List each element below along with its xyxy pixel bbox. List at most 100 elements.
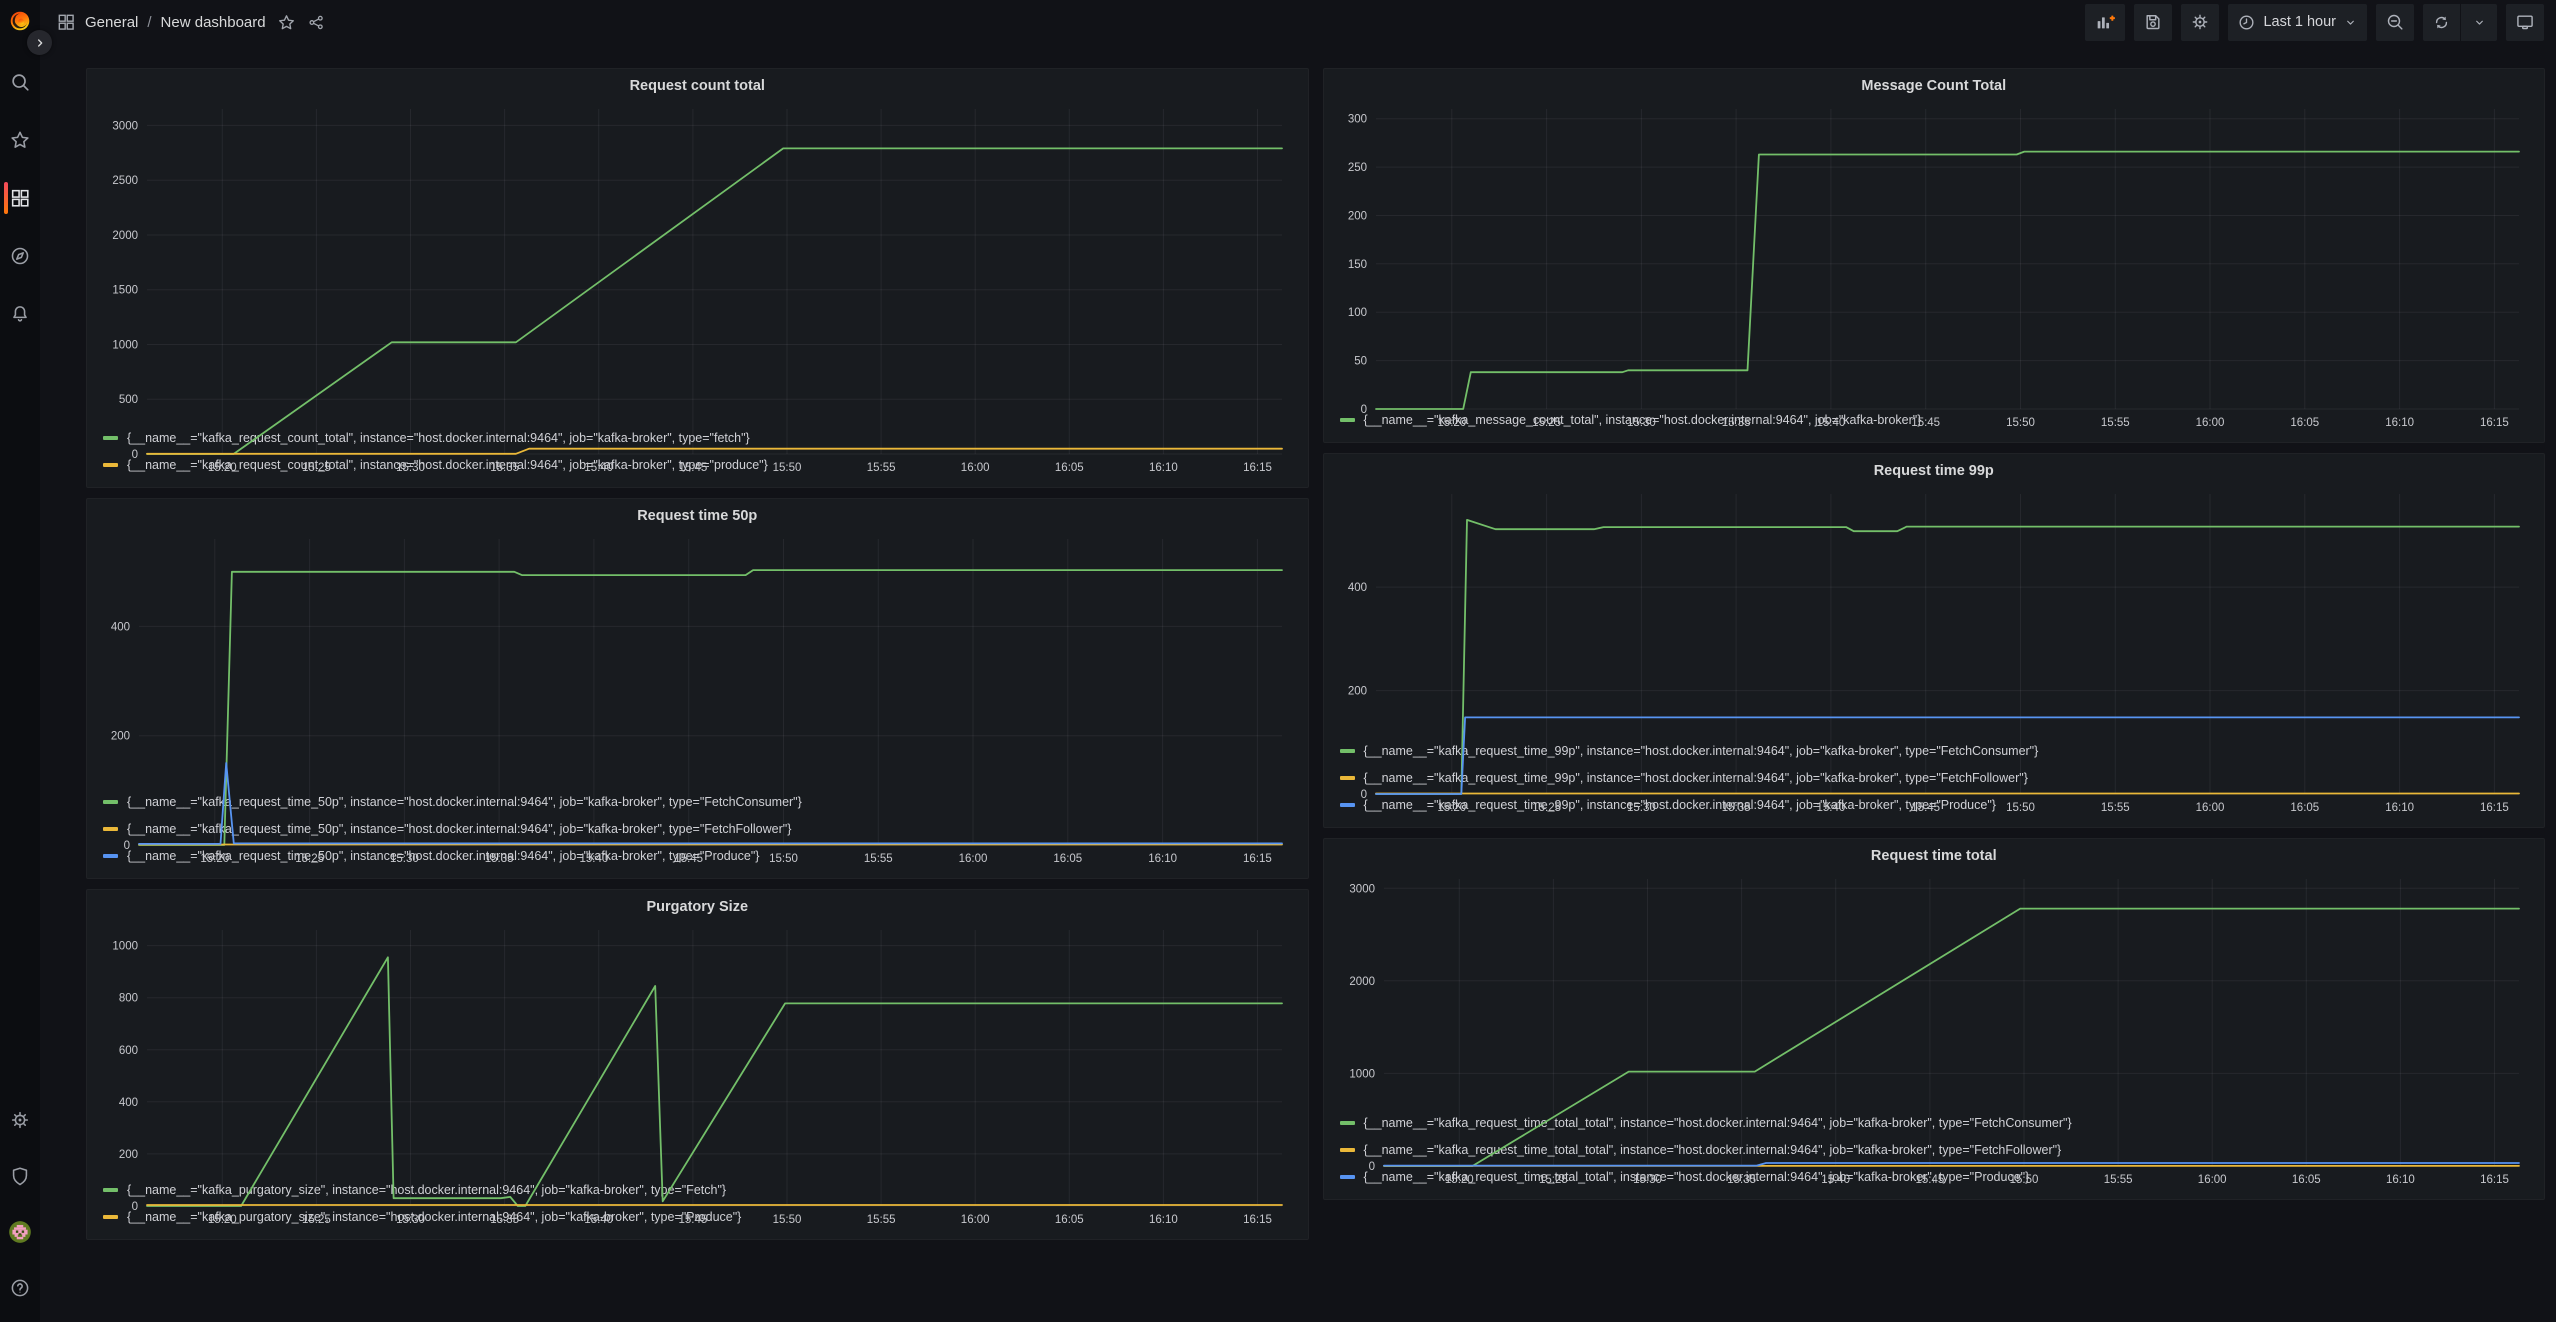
star-dashboard-button[interactable] [277,13,296,32]
star-icon [9,129,31,151]
sidebar-item-dashboards[interactable] [0,169,40,227]
svg-text:200: 200 [1347,686,1366,698]
breadcrumb-separator: / [147,14,151,31]
svg-text:200: 200 [1347,211,1366,223]
svg-text:15:50: 15:50 [2009,1174,2038,1186]
svg-text:1000: 1000 [1349,1068,1375,1080]
panel-request-time-total: Request time total 010002000300015:2015:… [1323,838,2546,1200]
breadcrumb-folder[interactable]: General [85,14,138,31]
time-series-chart[interactable]: 05010015020025030015:2015:2515:3015:3515… [1336,99,2533,404]
svg-text:15:35: 15:35 [1727,1174,1756,1186]
svg-text:200: 200 [111,731,130,743]
sidebar-item-starred[interactable] [0,111,40,169]
svg-text:16:05: 16:05 [2290,417,2319,429]
svg-text:16:05: 16:05 [1053,853,1082,865]
svg-text:2500: 2500 [112,175,138,187]
right-column: Message Count Total 05010015020025030015… [1323,68,2546,1240]
save-dashboard-button[interactable] [2134,4,2172,41]
panel-title: Message Count Total [1861,78,2006,94]
panel-header[interactable]: Request count total [95,73,1300,99]
svg-text:15:20: 15:20 [1444,1174,1473,1186]
svg-text:15:25: 15:25 [1532,417,1561,429]
grafana-logo[interactable] [8,9,32,33]
svg-text:0: 0 [1368,1161,1374,1173]
time-series-chart[interactable]: 0200400600800100015:2015:2515:3015:3515:… [99,920,1296,1174]
svg-text:15:40: 15:40 [580,853,609,865]
svg-text:15:55: 15:55 [867,1214,896,1226]
svg-text:15:20: 15:20 [1437,802,1466,814]
refresh-button[interactable] [2423,4,2460,41]
sidebar-item-alerting[interactable] [0,285,40,343]
breadcrumb-dashboard-name[interactable]: New dashboard [161,14,266,31]
search-icon [9,71,31,93]
sidebar-item-configuration[interactable] [0,1092,40,1148]
time-range-picker[interactable]: Last 1 hour [2228,4,2367,41]
sidebar-item-help[interactable] [0,1260,40,1316]
sidebar-bottom-group [0,1092,40,1316]
panel-purgatory-size: Purgatory Size 0200400600800100015:2015:… [86,889,1309,1240]
svg-text:50: 50 [1354,356,1367,368]
svg-text:0: 0 [1360,789,1366,801]
share-dashboard-button[interactable] [307,13,326,32]
svg-text:15:45: 15:45 [679,462,708,474]
dashboard-settings-button[interactable] [2181,4,2219,41]
time-series-chart[interactable]: 020040015:2015:2515:3015:3515:4015:4515:… [99,529,1296,786]
dashboard-navbar: General / New dashboard Last 1 hour [40,0,2556,44]
svg-text:500: 500 [119,394,138,406]
svg-text:15:30: 15:30 [1633,1174,1662,1186]
panel-request-time-50p: Request time 50p 020040015:2015:2515:301… [86,498,1309,879]
svg-text:2000: 2000 [112,230,138,242]
time-series-chart[interactable]: 020040015:2015:2515:3015:3515:4015:4515:… [1336,484,2533,735]
svg-text:16:00: 16:00 [2195,802,2224,814]
svg-text:15:20: 15:20 [208,1214,237,1226]
svg-text:15:35: 15:35 [485,853,514,865]
panel-header[interactable]: Purgatory Size [95,894,1300,920]
user-avatar [7,1219,33,1245]
svg-text:15:55: 15:55 [2100,802,2129,814]
refresh-interval-dropdown[interactable] [2460,4,2497,41]
cycle-view-mode-button[interactable] [2506,4,2544,41]
panel-header[interactable]: Message Count Total [1332,73,2537,99]
refresh-icon [2432,13,2451,32]
navbar-actions: Last 1 hour [2085,4,2544,41]
panel-header[interactable]: Request time 99p [1332,458,2537,484]
panel-request-time-99p: Request time 99p 020040015:2015:2515:301… [1323,453,2546,828]
time-series-chart[interactable]: 010002000300015:2015:2515:3015:3515:4015… [1336,869,2533,1107]
dashboard-grid: Request count total 05001000150020002500… [40,44,2556,1240]
svg-text:15:30: 15:30 [390,853,419,865]
svg-text:15:25: 15:25 [1532,802,1561,814]
help-icon [9,1277,31,1299]
svg-text:15:40: 15:40 [1816,802,1845,814]
svg-text:16:15: 16:15 [2480,1174,2509,1186]
svg-text:2000: 2000 [1349,976,1375,988]
zoom-out-time-button[interactable] [2376,4,2414,41]
svg-text:16:00: 16:00 [959,853,988,865]
panel-header[interactable]: Request time 50p [95,503,1300,529]
svg-text:15:30: 15:30 [1627,417,1656,429]
svg-text:15:40: 15:40 [584,1214,613,1226]
sidebar-item-profile[interactable] [0,1204,40,1260]
svg-text:16:10: 16:10 [2385,417,2414,429]
svg-text:0: 0 [132,449,138,461]
svg-text:15:30: 15:30 [396,1214,425,1226]
svg-text:16:00: 16:00 [961,462,990,474]
sidebar-expand-button[interactable] [27,30,52,55]
svg-text:16:00: 16:00 [961,1214,990,1226]
svg-text:200: 200 [119,1149,138,1161]
svg-text:15:30: 15:30 [396,462,425,474]
svg-text:16:05: 16:05 [1055,462,1084,474]
sidebar-item-server-admin[interactable] [0,1148,40,1204]
panel-header[interactable]: Request time total [1332,843,2537,869]
add-panel-icon [2094,11,2116,33]
add-panel-button[interactable] [2085,4,2125,41]
svg-text:15:25: 15:25 [295,853,324,865]
svg-text:15:25: 15:25 [302,1214,331,1226]
svg-text:16:15: 16:15 [2480,802,2509,814]
panel-request-count-total: Request count total 05001000150020002500… [86,68,1309,488]
time-series-chart[interactable]: 05001000150020002500300015:2015:2515:301… [99,99,1296,422]
sidebar-item-explore[interactable] [0,227,40,285]
breadcrumb: General / New dashboard [56,12,326,32]
panel-title: Request time 50p [637,508,757,524]
sidebar-item-search[interactable] [0,53,40,111]
zoom-out-icon [2385,12,2405,32]
